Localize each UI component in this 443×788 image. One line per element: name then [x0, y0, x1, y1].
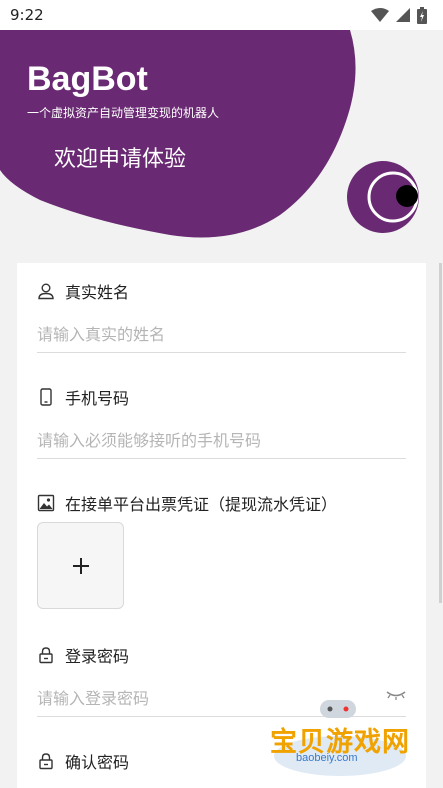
phone-field: 手机号码 请输入必须能够接听的手机号码: [37, 385, 406, 459]
phone-icon: [37, 388, 55, 406]
app-subtitle: 一个虚拟资产自动管理变现的机器人: [27, 106, 220, 120]
upload-voucher-button[interactable]: [37, 522, 124, 609]
user-icon: [37, 282, 55, 300]
status-time: 9:22: [10, 6, 44, 24]
phone-placeholder: 请输入必须能够接听的手机号码: [37, 431, 262, 450]
lock-icon: [37, 752, 55, 770]
welcome-heading: 欢迎申请体验: [54, 147, 187, 172]
phone-label: 手机号码: [65, 389, 130, 408]
app-title: BagBot: [27, 60, 148, 98]
confirm-password-label: 确认密码: [65, 753, 130, 772]
plus-icon: [72, 557, 89, 574]
name-label: 真实姓名: [65, 283, 130, 302]
name-placeholder: 请输入真实的姓名: [37, 325, 166, 344]
image-icon: [37, 494, 55, 512]
signal-icon: [396, 8, 410, 22]
hero-banner: BagBot 一个虚拟资产自动管理变现的机器人 欢迎申请体验: [0, 30, 443, 290]
status-icons: [371, 6, 427, 24]
status-bar: 9:22: [0, 0, 443, 30]
password-label: 登录密码: [65, 647, 130, 666]
password-placeholder: 请输入登录密码: [37, 689, 150, 708]
wifi-icon: [371, 8, 389, 22]
voucher-label: 在接单平台出票凭证（提现流水凭证）: [65, 495, 338, 514]
name-field: 真实姓名 请输入真实的姓名: [37, 279, 406, 353]
battery-icon: [417, 6, 427, 24]
eye-logo-icon: [347, 161, 419, 233]
watermark-url: baobeiy.com: [296, 752, 358, 764]
phone-input[interactable]: 请输入必须能够接听的手机号码: [37, 427, 406, 459]
lock-icon: [37, 646, 55, 664]
name-input[interactable]: 请输入真实的姓名: [37, 321, 406, 353]
site-watermark: 宝贝游戏网 baobeiy.com: [268, 694, 416, 778]
voucher-field: 在接单平台出票凭证（提现流水凭证）: [37, 491, 406, 515]
scrollbar[interactable]: [439, 263, 442, 603]
